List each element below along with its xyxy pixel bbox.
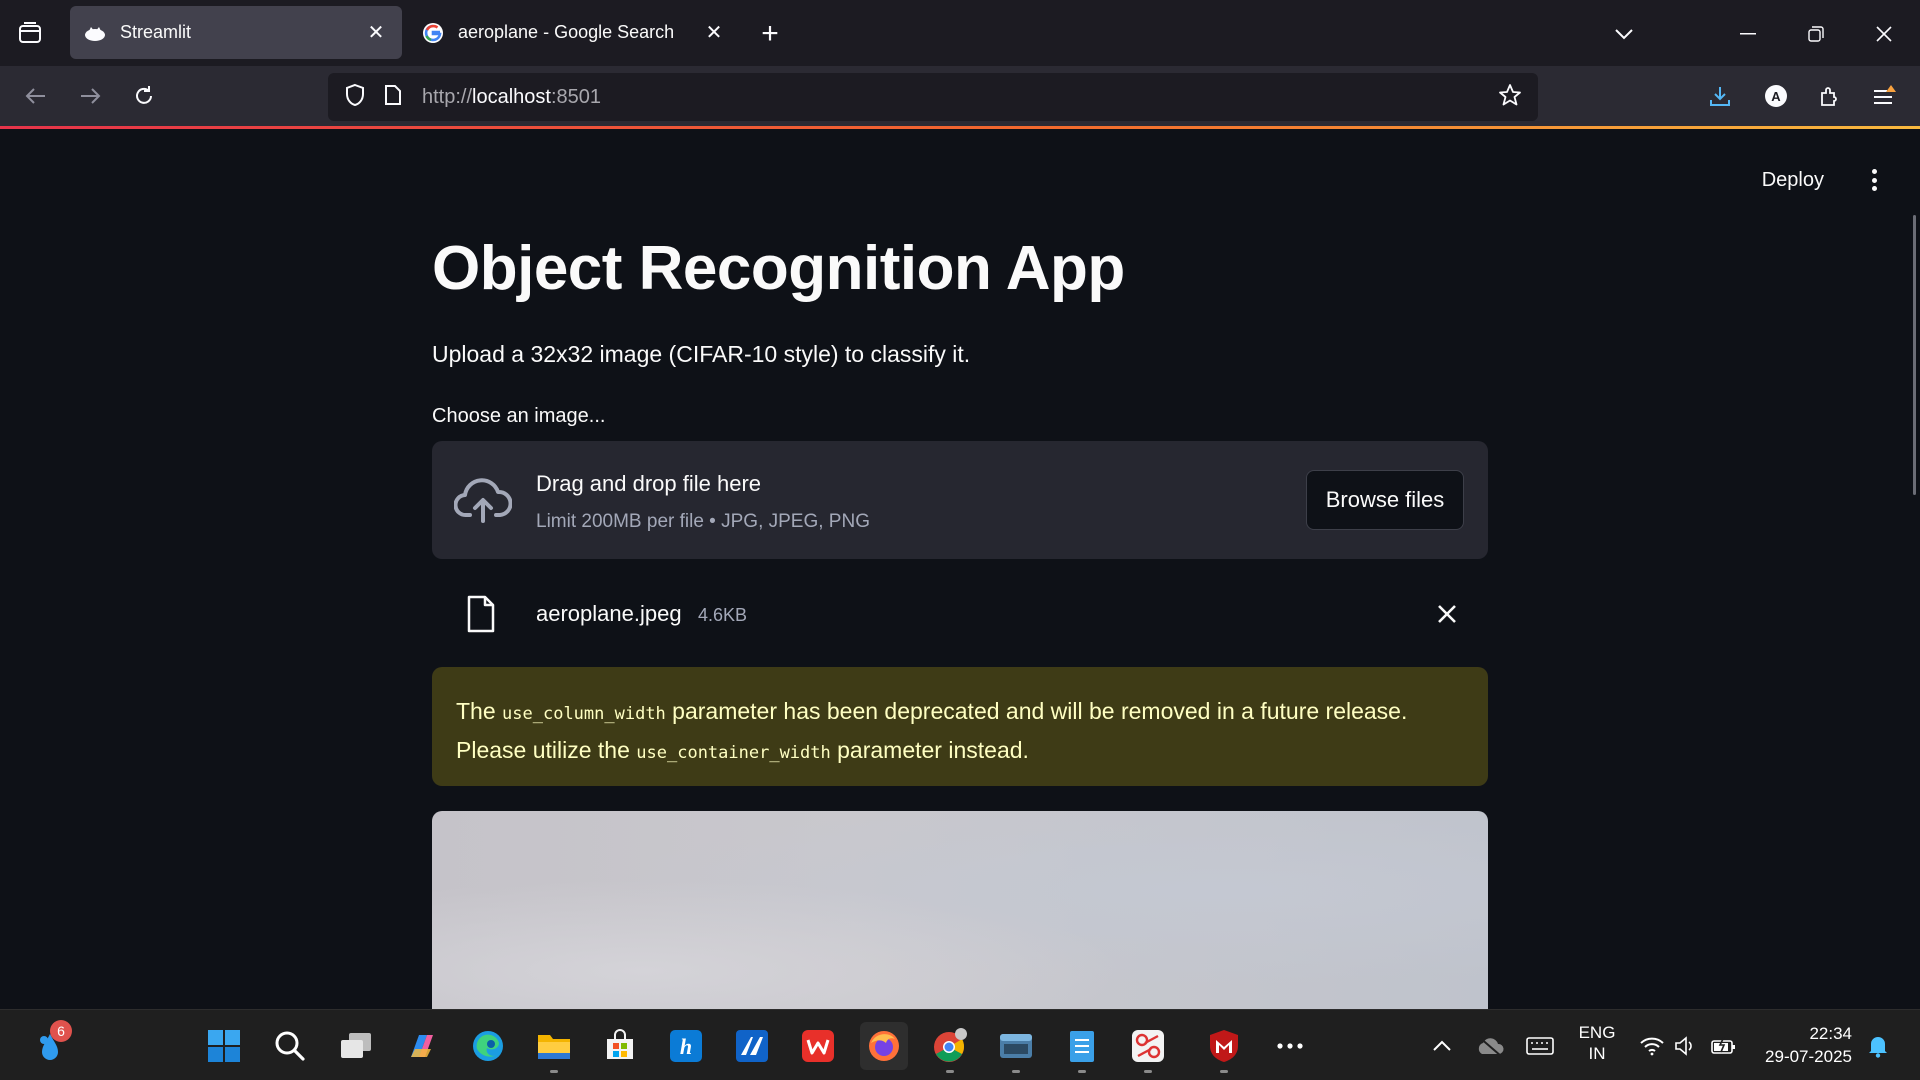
show-hidden-icons-chevron-icon[interactable]	[1418, 1022, 1466, 1070]
streamlit-favicon-icon	[84, 22, 106, 44]
restore-icon[interactable]	[1796, 14, 1836, 54]
myasus-app-icon[interactable]	[728, 1022, 776, 1070]
downloads-icon[interactable]	[1700, 76, 1740, 116]
uploaded-file-name: aeroplane.jpeg	[536, 601, 682, 626]
uploaded-file-size: 4.6KB	[698, 605, 748, 625]
tab-streamlit[interactable]: Streamlit ✕	[70, 6, 402, 59]
warning-text: The	[456, 698, 503, 724]
firefox-view-icon[interactable]	[12, 16, 48, 50]
hp-app-icon[interactable]: h	[662, 1022, 710, 1070]
shield-icon[interactable]	[344, 83, 366, 112]
svg-text:A: A	[1771, 89, 1781, 104]
list-all-tabs-chevron-icon[interactable]	[1604, 14, 1644, 54]
tab-title: Streamlit	[120, 22, 192, 42]
terminal-app-icon[interactable]	[992, 1022, 1040, 1073]
clock-time: 22:34	[1809, 1024, 1852, 1043]
close-window-icon[interactable]	[1864, 14, 1904, 54]
start-windows-icon[interactable]	[200, 1022, 248, 1070]
dropzone-instructions: Drag and drop file here	[536, 471, 762, 496]
task-view-icon[interactable]	[332, 1022, 380, 1070]
back-arrow-icon[interactable]	[16, 76, 56, 116]
new-tab-button[interactable]: +	[752, 16, 788, 52]
uploaded-file-row: aeroplane.jpeg 4.6KB	[432, 579, 1488, 649]
warning-code-new-param: use_container_width	[636, 743, 831, 763]
url-text[interactable]: http://localhost:8501	[422, 86, 601, 109]
streamlit-app: Deploy Object Recognition App Upload a 3…	[0, 129, 1920, 1011]
warning-code-old-param: use_column_width	[502, 704, 666, 724]
dropzone-limit-text: Limit 200MB per file • JPG, JPEG, PNG	[536, 511, 870, 532]
minimize-icon[interactable]	[1728, 14, 1768, 54]
page-subtitle: Upload a 32x32 image (CIFAR-10 style) to…	[432, 341, 971, 367]
warning-text: parameter instead.	[830, 737, 1029, 763]
onedrive-cloud-icon[interactable]	[1466, 1022, 1514, 1070]
tab-google-search[interactable]: aeroplane - Google Search ✕	[408, 6, 740, 59]
url-port: :8501	[550, 85, 602, 108]
file-explorer-icon[interactable]	[530, 1022, 578, 1073]
search-icon[interactable]	[266, 1022, 314, 1070]
chrome-icon[interactable]	[926, 1022, 974, 1073]
browse-files-button[interactable]: Browse files	[1306, 470, 1464, 530]
file-uploader-label: Choose an image...	[432, 405, 606, 427]
close-tab-icon[interactable]: ✕	[702, 21, 726, 45]
deploy-button[interactable]: Deploy	[1762, 169, 1824, 192]
windows-taskbar: 6 h ENG IN 22:34 29-07-2025	[0, 1009, 1920, 1080]
remove-file-close-icon[interactable]	[1434, 601, 1460, 627]
copilot-icon[interactable]	[398, 1022, 446, 1070]
page-info-icon[interactable]	[384, 84, 402, 111]
notification-bell-icon[interactable]	[1854, 1022, 1902, 1070]
edge-browser-icon[interactable]	[464, 1022, 512, 1070]
region-code: IN	[1588, 1044, 1606, 1063]
battery-charging-icon[interactable]	[1700, 1022, 1748, 1070]
reload-icon[interactable]	[124, 76, 164, 116]
widgets-badge: 6	[50, 1020, 72, 1042]
address-bar[interactable]: http://localhost:8501	[328, 73, 1538, 121]
close-tab-icon[interactable]: ✕	[364, 21, 388, 45]
firefox-icon[interactable]	[860, 1022, 908, 1070]
extensions-puzzle-icon[interactable]	[1810, 76, 1850, 116]
url-scheme: http://	[422, 85, 473, 108]
file-dropzone[interactable]: Drag and drop file here Limit 200MB per …	[432, 441, 1488, 559]
bookmark-star-icon[interactable]	[1498, 83, 1522, 112]
browser-tab-bar: Streamlit ✕ aeroplane - Google Search ✕ …	[0, 0, 1920, 66]
browser-nav-bar: http://localhost:8501 A	[0, 66, 1920, 128]
main-menu-kebab-icon[interactable]	[1864, 165, 1884, 195]
tab-title: aeroplane - Google Search	[458, 22, 675, 42]
touch-keyboard-icon[interactable]	[1516, 1022, 1564, 1070]
wps-office-icon[interactable]	[794, 1022, 842, 1070]
deprecation-warning-alert: The use_column_width parameter has been …	[432, 667, 1488, 786]
notepad-icon[interactable]	[1058, 1022, 1106, 1073]
language-code: ENG	[1578, 1023, 1616, 1042]
page-scrollbar[interactable]	[1913, 215, 1916, 495]
page-title: Object Recognition App	[432, 234, 1125, 303]
forward-arrow-icon[interactable]	[70, 76, 110, 116]
app-menu-icon[interactable]	[1864, 76, 1904, 116]
snipping-tool-icon[interactable]	[1124, 1022, 1172, 1073]
account-avatar-icon[interactable]: A	[1756, 76, 1796, 116]
file-icon	[466, 595, 496, 633]
clock-date: 29-07-2025	[1765, 1047, 1852, 1066]
svg-text:h: h	[680, 1034, 692, 1059]
google-favicon-icon	[422, 22, 444, 44]
more-apps-ellipsis-icon[interactable]	[1266, 1022, 1314, 1070]
clock[interactable]: 22:34 29-07-2025	[1756, 1022, 1852, 1068]
cloud-upload-icon	[453, 475, 513, 525]
microsoft-store-icon[interactable]	[596, 1022, 644, 1070]
language-indicator[interactable]: ENG IN	[1572, 1022, 1622, 1064]
url-host: localhost	[472, 85, 551, 108]
uploaded-image-preview	[432, 811, 1488, 1011]
mcafee-shield-icon[interactable]	[1200, 1022, 1248, 1073]
